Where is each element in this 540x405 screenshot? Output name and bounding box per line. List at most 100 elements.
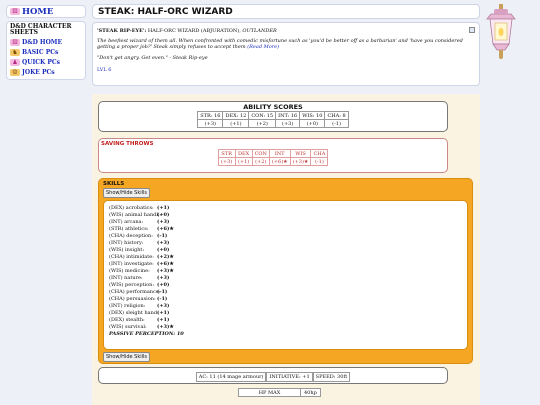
ability-scores-table: STR: 16 DEX: 12 CON: 15 INT: 16 WIS: 10 … xyxy=(197,111,349,128)
skill-name: (CHA) intimidate: xyxy=(109,254,154,260)
skill-value: (+1) xyxy=(157,310,170,316)
skill-value: (+0) xyxy=(157,247,170,253)
skill-row: (CHA) persuasion: (-1) xyxy=(109,296,462,303)
save-label-row: STR DEX CON INT WIS CHA xyxy=(217,149,329,158)
ability-scores-title: ABILITY SCORES xyxy=(243,103,303,111)
home-link[interactable]: ⚄ HOME xyxy=(6,5,86,18)
skill-value: (+1) xyxy=(157,205,170,211)
ability-mod-cell: (+3) xyxy=(197,119,224,128)
skill-row: (WIS) survival: (+3)★ xyxy=(109,324,462,331)
sidebar: ⚄ HOME D&D CHARACTER SHEETS ⚄ D&D HOME ♞… xyxy=(6,5,86,80)
character-background: OUTLANDER xyxy=(242,28,277,34)
save-value-cell: (+2) xyxy=(251,157,270,166)
character-name: 'STEAK RIP-EYE': xyxy=(97,28,147,34)
nav-section-title: D&D CHARACTER SHEETS xyxy=(10,23,72,36)
save-value-cell: (+3) xyxy=(217,157,236,166)
jester-icon: ☺ xyxy=(10,68,20,76)
skill-row: (DEX) acrobatics: (+1) xyxy=(109,205,462,212)
skill-value: (-1) xyxy=(157,296,168,302)
hit-points-panel: HP MAX 40hp xyxy=(238,388,328,405)
hp-value: 40hp xyxy=(300,388,321,397)
nav-item-label: D&D HOME xyxy=(22,38,63,46)
skill-value: (+0) xyxy=(157,282,170,288)
skill-row: (DEX) stealth: (+1) xyxy=(109,317,462,324)
character-blurb: The beefiest wizard of them all. When co… xyxy=(97,38,475,51)
skill-name: (DEX) stealth: xyxy=(109,317,145,323)
ability-mod-row: (+3) (+1) (+2) (+3) (+0) (-1) xyxy=(197,119,349,128)
skill-value: (+3) xyxy=(157,303,170,309)
skill-value: (+3) xyxy=(157,275,170,281)
skill-name: (INT) investigate: xyxy=(109,261,154,267)
save-value-cell: (+3)★ xyxy=(289,157,312,166)
hit-points-row: HP MAX 40hp xyxy=(238,388,321,397)
skill-row: (CHA) deception: (-1) xyxy=(109,233,462,240)
hit-points-table: HP MAX 40hp xyxy=(238,388,321,397)
armor-class: AC: 11 (14 mage armour) xyxy=(195,372,267,382)
toggle-skills-button[interactable]: Show/Hide Skills xyxy=(103,188,151,198)
saving-throws-title: SAVING THROWS xyxy=(101,141,154,147)
save-value-row: (+3) (+1) (+2) (+6)★ (+3)★ (-1) xyxy=(217,157,329,166)
hero-icon: ♞ xyxy=(10,48,20,56)
skill-value: (+1) xyxy=(157,317,170,323)
combat-stats-row: AC: 11 (14 mage armour) INITIATIVE: +1 S… xyxy=(99,372,447,382)
nav-item-label: QUICK PCs xyxy=(22,58,61,66)
skill-name: (WIS) insight: xyxy=(109,247,145,253)
initiative: INITIATIVE: +1 xyxy=(266,372,313,382)
character-quote: "Don't get angry. Get even." - Steak Rip… xyxy=(97,54,208,61)
save-label-cell: CHA xyxy=(310,149,329,158)
ability-mod-cell: (+2) xyxy=(248,119,277,128)
dice-icon: ⚄ xyxy=(10,38,20,46)
skill-value: (+6)★ xyxy=(157,226,174,232)
nav-item-dnd-home[interactable]: ⚄ D&D HOME xyxy=(10,38,82,46)
save-value-cell: (-1) xyxy=(310,157,329,166)
skill-value: (+6)★ xyxy=(157,261,174,267)
skill-name: (INT) nature: xyxy=(109,275,143,281)
skill-value: (-1) xyxy=(157,289,168,295)
page-title: STEAK: HALF-ORC WIZARD xyxy=(98,7,233,17)
ability-score-row: STR: 16 DEX: 12 CON: 15 INT: 16 WIS: 10 … xyxy=(197,111,349,120)
skill-row: (INT) nature: (+3) xyxy=(109,275,462,282)
toggle-skills-button[interactable]: Show/Hide Skills xyxy=(103,352,151,362)
character-class: HALF-ORC WIZARD (ABJURATION), xyxy=(147,28,241,34)
home-label: HOME xyxy=(22,6,54,17)
nav-item-basic-pcs[interactable]: ♞ BASIC PCs xyxy=(10,48,82,56)
hp-label: HP MAX xyxy=(238,388,301,397)
ability-mod-cell: (+1) xyxy=(222,119,250,128)
skill-row: (CHA) intimidate: (+2)★ xyxy=(109,254,462,261)
skill-name: (WIS) survival: xyxy=(109,324,147,330)
skill-value: (-1) xyxy=(157,233,168,239)
level-link[interactable]: LVL 6 xyxy=(97,67,111,73)
blurb-text: The beefiest wizard of them all. When co… xyxy=(97,37,463,51)
skill-value: (+3)★ xyxy=(157,324,174,330)
skill-row: (INT) history: (+3) xyxy=(109,240,462,247)
nav-item-joke-pcs[interactable]: ☺ JOKE PCs xyxy=(10,68,82,76)
skills-panel: SKILLS Show/Hide Skills (DEX) acrobatics… xyxy=(98,178,473,364)
rogue-icon: ♟ xyxy=(10,58,20,66)
skill-name: (CHA) performance: xyxy=(109,289,161,295)
skill-row: (INT) religion: (+3) xyxy=(109,303,462,310)
skill-value: (+2)★ xyxy=(157,254,174,260)
ability-score-cell: CON: 15 xyxy=(248,111,277,120)
save-label-cell: WIS xyxy=(289,149,312,158)
read-more-link[interactable]: (Read More) xyxy=(247,44,279,50)
skill-row: (WIS) medicine: (+3)★ xyxy=(109,268,462,275)
ability-score-cell: CHA: 8 xyxy=(324,111,349,120)
nav-menu: D&D CHARACTER SHEETS ⚄ D&D HOME ♞ BASIC … xyxy=(6,21,86,80)
save-label-cell: STR xyxy=(217,149,236,158)
save-label-cell: INT xyxy=(268,149,291,158)
ability-mod-cell: (-1) xyxy=(324,119,349,128)
skill-value: (+3) xyxy=(157,219,170,225)
nav-item-quick-pcs[interactable]: ♟ QUICK PCs xyxy=(10,58,82,66)
page-title-bar: STEAK: HALF-ORC WIZARD xyxy=(92,4,480,19)
save-label-cell: DEX xyxy=(234,149,253,158)
save-value-cell: (+6)★ xyxy=(268,157,291,166)
lantern-icon xyxy=(486,4,516,59)
save-value-cell: (+1) xyxy=(234,157,253,166)
skill-row: (DEX) sleight hand: (+1) xyxy=(109,310,462,317)
skill-name: (WIS) medicine: xyxy=(109,268,150,274)
nav-item-label: BASIC PCs xyxy=(22,48,59,56)
skill-row: (STR) athletics: (+6)★ xyxy=(109,226,462,233)
image-placeholder-icon xyxy=(469,27,475,33)
character-header: 'STEAK RIP-EYE': HALF-ORC WIZARD (ABJURA… xyxy=(97,28,475,35)
ability-score-cell: INT: 16 xyxy=(275,111,301,120)
